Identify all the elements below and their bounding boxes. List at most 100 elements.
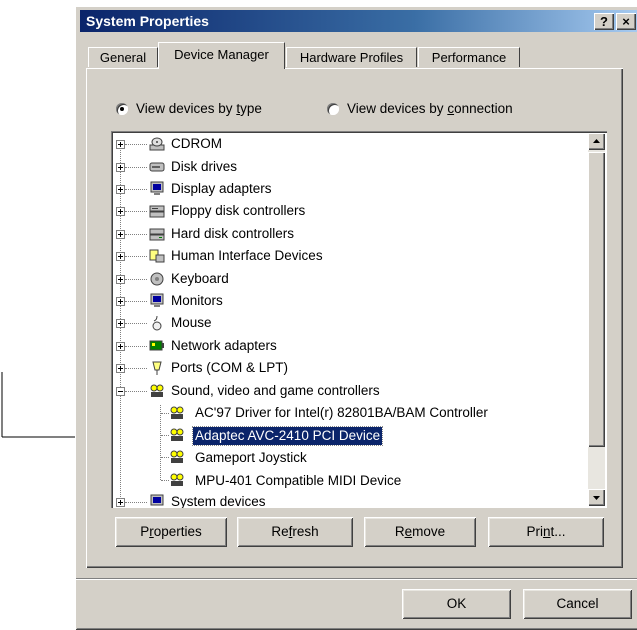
expand-toggle[interactable] bbox=[116, 342, 125, 351]
tree-connector bbox=[125, 234, 147, 235]
plus-icon bbox=[120, 187, 121, 192]
tree-connector bbox=[125, 301, 147, 302]
tree-connector bbox=[125, 391, 147, 392]
tree-connector bbox=[125, 256, 147, 257]
network-adapter-icon bbox=[149, 340, 164, 351]
expand-toggle[interactable] bbox=[116, 498, 125, 507]
tree-connector bbox=[161, 480, 169, 481]
scroll-up-button[interactable] bbox=[588, 133, 605, 150]
tree-connector bbox=[161, 413, 169, 414]
tab-performance[interactable]: Performance bbox=[418, 47, 520, 67]
tree-item-adaptec-avc-2410[interactable]: Adaptec AVC-2410 PCI Device bbox=[191, 426, 384, 446]
close-button[interactable]: × bbox=[616, 13, 636, 30]
radio-view-by-connection[interactable] bbox=[327, 103, 339, 115]
expand-toggle[interactable] bbox=[116, 207, 125, 216]
tree-connector bbox=[125, 144, 147, 145]
arrow-up-icon bbox=[593, 139, 600, 143]
expand-toggle[interactable] bbox=[116, 364, 125, 373]
print-button[interactable]: Print... bbox=[488, 517, 604, 547]
radio-view-by-type[interactable] bbox=[116, 103, 128, 115]
radio-selected-dot bbox=[120, 107, 124, 111]
keyboard-icon bbox=[150, 272, 164, 286]
plus-icon bbox=[120, 366, 121, 371]
expand-toggle[interactable] bbox=[116, 297, 125, 306]
tree-connector bbox=[161, 435, 169, 436]
collapse-toggle[interactable] bbox=[116, 387, 125, 396]
floppy-controller-icon bbox=[149, 205, 165, 218]
tree-item-gameport-joystick[interactable]: Gameport Joystick bbox=[195, 449, 307, 467]
tree-category[interactable]: Monitors bbox=[171, 292, 223, 310]
sound-controller-icon bbox=[150, 384, 164, 397]
tree-category[interactable]: Mouse bbox=[171, 314, 212, 332]
plus-icon bbox=[120, 254, 121, 259]
tree-category[interactable]: Keyboard bbox=[171, 270, 229, 288]
system-device-icon bbox=[150, 494, 164, 506]
properties-button[interactable]: Properties bbox=[115, 517, 227, 547]
plus-icon bbox=[120, 209, 121, 214]
window-title: System Properties bbox=[86, 13, 209, 29]
plus-icon bbox=[120, 299, 121, 304]
hid-icon bbox=[149, 249, 165, 263]
mouse-icon bbox=[152, 315, 162, 331]
disk-drive-icon bbox=[149, 162, 165, 172]
tree-connector bbox=[125, 167, 147, 168]
monitor-icon bbox=[150, 293, 164, 307]
expand-toggle[interactable] bbox=[116, 140, 125, 149]
tree-item-ac97-driver[interactable]: AC'97 Driver for Intel(r) 82801BA/BAM Co… bbox=[195, 404, 488, 422]
hard-disk-controller-icon bbox=[149, 228, 165, 241]
tree-category[interactable]: Hard disk controllers bbox=[171, 225, 294, 243]
refresh-button[interactable]: Refresh bbox=[237, 517, 353, 547]
tree-connector bbox=[125, 189, 147, 190]
port-icon bbox=[152, 361, 162, 375]
tree-connector bbox=[125, 346, 147, 347]
plus-icon bbox=[120, 142, 121, 147]
device-tree[interactable]: CDROM Disk drives Display adapters Floppy d… bbox=[111, 131, 607, 508]
tree-connector bbox=[125, 279, 147, 280]
radio-view-by-connection-label[interactable]: View devices by connection bbox=[347, 101, 513, 116]
bottom-separator bbox=[76, 578, 637, 580]
sound-device-icon bbox=[170, 473, 184, 486]
scroll-thumb[interactable] bbox=[588, 152, 605, 447]
tree-connector bbox=[125, 211, 147, 212]
tree-category[interactable]: Floppy disk controllers bbox=[171, 202, 305, 220]
tree-category[interactable]: Disk drives bbox=[171, 158, 237, 176]
tab-hardware-profiles[interactable]: Hardware Profiles bbox=[286, 47, 417, 67]
plus-icon bbox=[120, 344, 121, 349]
tree-category[interactable]: Display adapters bbox=[171, 180, 272, 198]
tree-category[interactable]: Ports (COM & LPT) bbox=[171, 359, 288, 377]
tree-category[interactable]: Human Interface Devices bbox=[171, 247, 323, 265]
tree-category[interactable]: CDROM bbox=[171, 135, 222, 153]
expand-toggle[interactable] bbox=[116, 163, 125, 172]
expand-toggle[interactable] bbox=[116, 252, 125, 261]
tree-category[interactable]: Network adapters bbox=[171, 337, 277, 355]
sound-device-icon bbox=[170, 428, 184, 441]
tree-item-mpu-401-midi[interactable]: MPU-401 Compatible MIDI Device bbox=[195, 472, 401, 490]
scroll-down-button[interactable] bbox=[588, 489, 605, 506]
tree-connector bbox=[125, 323, 147, 324]
plus-icon bbox=[120, 500, 121, 505]
plus-icon bbox=[120, 321, 121, 326]
tree-category[interactable]: Sound, video and game controllers bbox=[171, 382, 380, 400]
expand-toggle[interactable] bbox=[116, 275, 125, 284]
sound-device-icon bbox=[170, 450, 184, 463]
remove-button[interactable]: Remove bbox=[364, 517, 476, 547]
radio-view-by-type-label[interactable]: View devices by type bbox=[136, 101, 262, 116]
display-adapter-icon bbox=[150, 181, 164, 195]
help-button[interactable]: ? bbox=[594, 13, 614, 30]
plus-icon bbox=[120, 277, 121, 282]
cancel-button[interactable]: Cancel bbox=[523, 589, 632, 619]
ok-button[interactable]: OK bbox=[402, 589, 511, 619]
sound-device-icon bbox=[170, 406, 184, 419]
tree-connector bbox=[125, 368, 147, 369]
plus-icon bbox=[120, 165, 121, 170]
arrow-down-icon bbox=[593, 496, 600, 500]
tree-connector bbox=[125, 502, 147, 503]
expand-toggle[interactable] bbox=[116, 319, 125, 328]
tab-general[interactable]: General bbox=[88, 47, 158, 67]
minus-icon bbox=[118, 391, 123, 392]
tree-connector bbox=[161, 457, 169, 458]
expand-toggle[interactable] bbox=[116, 230, 125, 239]
tree-category[interactable]: System devices bbox=[171, 493, 266, 508]
tab-device-manager[interactable]: Device Manager bbox=[158, 42, 285, 69]
expand-toggle[interactable] bbox=[116, 185, 125, 194]
